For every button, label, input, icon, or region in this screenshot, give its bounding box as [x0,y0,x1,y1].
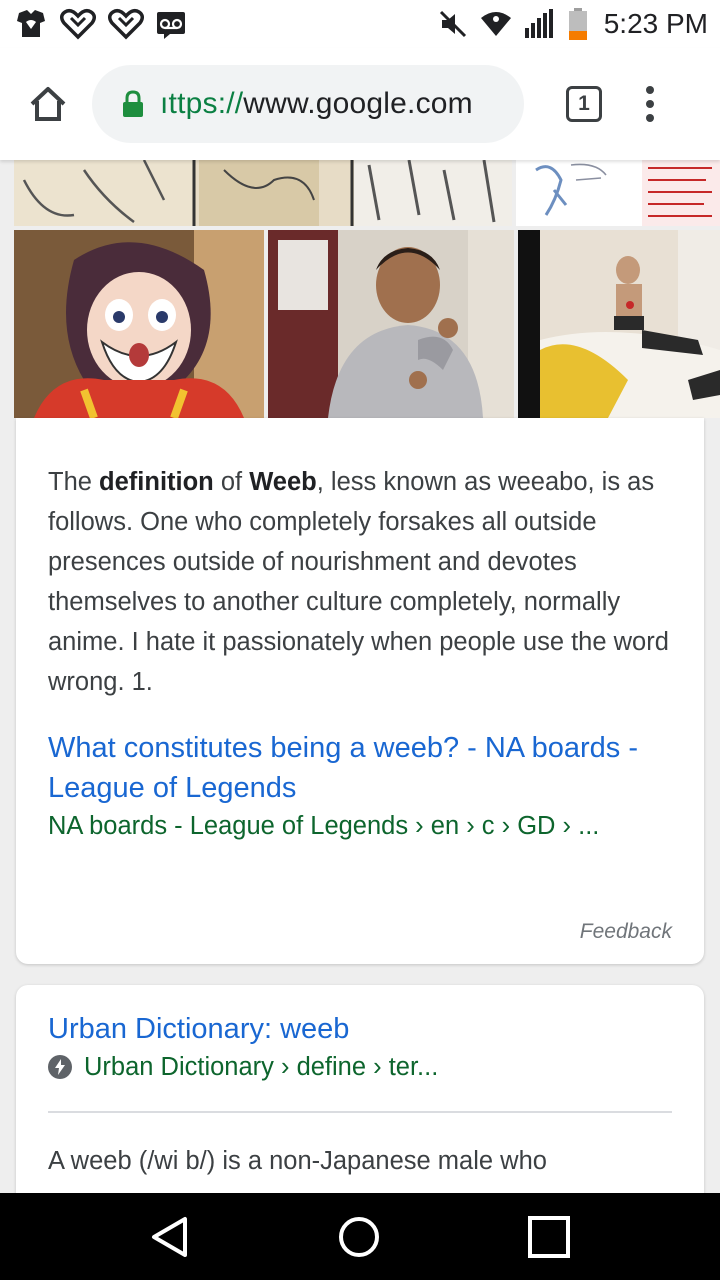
back-button[interactable] [110,1193,230,1280]
mute-icon [439,10,466,38]
browser-toolbar: ıttps://www.google.com 1 [0,48,720,160]
divider [48,1111,672,1113]
overflow-menu-button[interactable] [646,86,654,122]
home-circle-icon [339,1216,379,1257]
result-url-row[interactable]: Urban Dictionary › define › ter... [48,1053,438,1082]
url-scheme: ıttps:// [160,87,244,120]
recents-icon [528,1215,570,1258]
snippet-text: A weeb (/wi b/) is a non-Japanese male w… [48,1147,547,1175]
lock-icon [123,90,143,117]
home-nav-button[interactable] [299,1193,419,1280]
snippet-text-part: , less known as weeabo, is as follows. O… [48,468,669,696]
person-bedroom-image[interactable] [518,230,720,418]
battery-icon [568,8,587,40]
amp-lightning-icon [48,1055,72,1079]
clock: 5:23 PM [603,8,708,39]
app-icon [17,10,45,37]
result-url[interactable]: NA boards - League of Legends › en › c ›… [48,812,599,841]
tab-switcher-button[interactable]: 1 [566,86,602,122]
url-host: www.google.com [243,87,473,120]
recents-button[interactable] [489,1193,609,1280]
search-result-card: Urban Dictionary: weeb Urban Dictionary … [16,985,704,1225]
home-icon [30,87,66,121]
home-button[interactable] [28,84,68,124]
voicemail-icon [157,12,185,39]
menu-dot-icon [646,114,654,122]
menu-dot-icon [646,100,654,108]
url-text: ıttps://www.google.com [160,87,473,121]
snippet-bold-term: definition [99,468,214,496]
feedback-link[interactable]: Feedback [580,920,672,944]
snippet-text: The definition of Weeb, less known as we… [48,462,678,702]
featured-snippet-card: The definition of Weeb, less known as we… [16,418,704,964]
sketch-note-image[interactable] [516,160,720,226]
wifi-icon [480,12,511,36]
comic-panel-image[interactable] [14,160,512,226]
system-icons: 5:23 PM [438,7,708,41]
person-hoodie-image[interactable] [268,230,514,418]
snippet-bold-term: Weeb [249,468,317,496]
status-bar: 5:23 PM [0,0,720,48]
back-icon [152,1216,187,1257]
navigation-bar [0,1193,720,1280]
snippet-text-part: The [48,468,100,496]
result-title-link[interactable]: What constitutes being a weeb? - NA boar… [48,728,678,808]
anime-character-image[interactable] [14,230,264,418]
brand-heart-icon [60,8,96,40]
snippet-text-part: of [213,468,250,496]
notification-icons [14,7,186,41]
url-bar[interactable]: ıttps://www.google.com [92,65,524,143]
result-url: Urban Dictionary › define › ter... [84,1053,439,1081]
signal-icon [524,9,553,38]
menu-dot-icon [646,86,654,94]
result-title-link[interactable]: Urban Dictionary: weeb [48,1009,678,1049]
brand-heart-icon [108,8,144,40]
